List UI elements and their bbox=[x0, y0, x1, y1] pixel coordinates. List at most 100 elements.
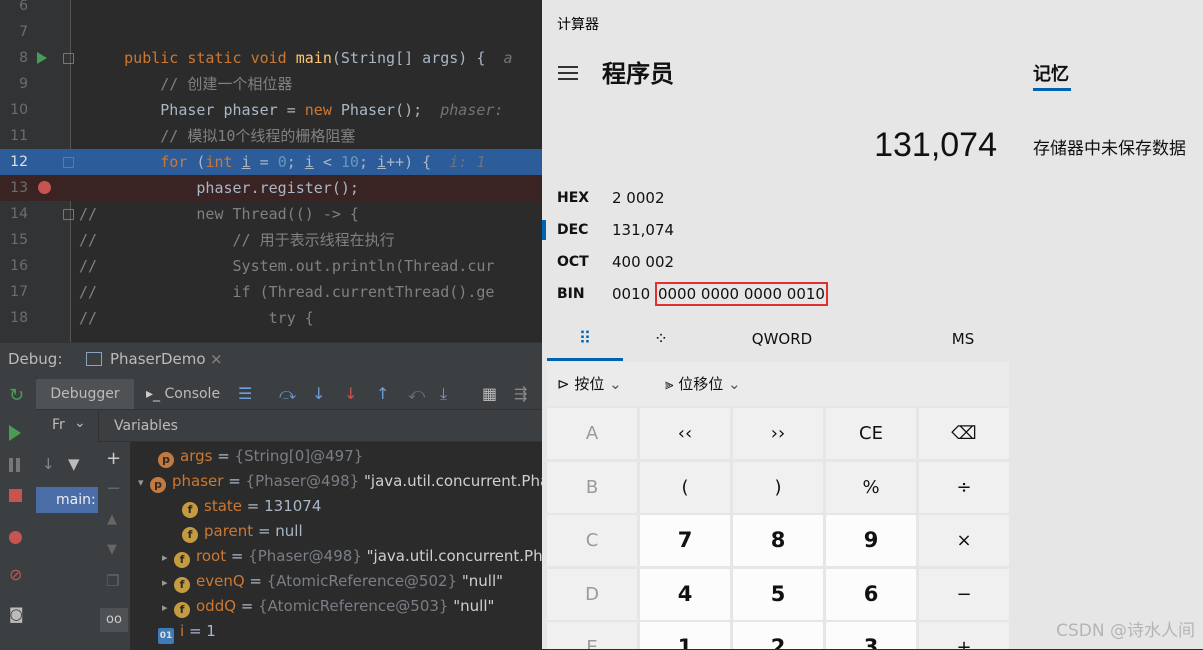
key-e[interactable]: E bbox=[547, 622, 637, 649]
step-into-icon[interactable]: ↓ bbox=[312, 379, 325, 409]
copy-icon[interactable]: ❐ bbox=[106, 572, 119, 590]
run-config-tab[interactable]: PhaserDemo bbox=[110, 343, 206, 375]
frames-label[interactable]: Fr bbox=[52, 417, 65, 433]
variable-row[interactable]: f parent = null bbox=[182, 519, 303, 544]
multiply-button[interactable]: × bbox=[919, 515, 1009, 566]
code-line[interactable]: 9 // 创建一个相位器 bbox=[0, 71, 542, 97]
key-7[interactable]: 7 bbox=[640, 515, 730, 566]
close-tab-icon[interactable]: × bbox=[210, 343, 223, 375]
run-to-cursor-icon[interactable]: ⤓ bbox=[440, 379, 447, 409]
variable-row[interactable]: ▸ f root = {Phaser@498} "java.util.concurr… bbox=[162, 544, 560, 569]
key-6[interactable]: 6 bbox=[826, 568, 916, 620]
show-watches-icon[interactable]: oo bbox=[100, 608, 128, 632]
chevron-down-icon[interactable]: ⌄ bbox=[74, 415, 86, 431]
divide-button[interactable]: ÷ bbox=[919, 461, 1009, 513]
key-a[interactable]: A bbox=[547, 408, 637, 459]
resume-icon[interactable] bbox=[9, 425, 27, 443]
arrow-down-icon[interactable]: ↓ bbox=[42, 455, 55, 473]
tab-console[interactable]: ▸_ Console bbox=[146, 379, 220, 409]
fold-marker-icon[interactable] bbox=[63, 157, 74, 168]
expand-arrow-icon[interactable]: ▸ bbox=[162, 595, 174, 620]
code-line[interactable]: 12 for (int i = 0; i < 10; i++) { i: 1 bbox=[0, 149, 542, 175]
key-d[interactable]: D bbox=[547, 568, 637, 620]
plus-button[interactable]: + bbox=[919, 622, 1009, 649]
key-3[interactable]: 3 bbox=[826, 622, 916, 649]
fold-marker-icon[interactable] bbox=[63, 53, 74, 64]
view-breakpoints-icon[interactable] bbox=[9, 531, 27, 549]
more-icon[interactable]: ⇶ bbox=[514, 379, 527, 409]
force-step-into-icon[interactable]: ↓ bbox=[344, 379, 357, 409]
code-line[interactable]: 17 // if (Thread.currentThread().ge bbox=[0, 279, 542, 305]
step-out-icon[interactable]: ↑ bbox=[376, 379, 389, 409]
mute-breakpoints-icon[interactable]: ⊘ bbox=[9, 565, 27, 584]
memory-title[interactable]: 记忆 bbox=[1033, 60, 1069, 86]
open-paren-button[interactable]: ( bbox=[640, 461, 730, 513]
menu-lines-icon[interactable]: ☰ bbox=[238, 379, 252, 409]
code-line[interactable]: 13 phaser.register(); bbox=[0, 175, 542, 201]
code-line[interactable]: 18 // try { bbox=[0, 305, 542, 331]
variable-row[interactable]: p args = {String[0]@497} bbox=[158, 444, 363, 469]
stop-icon[interactable] bbox=[9, 489, 27, 507]
variables-tree[interactable]: + − ▲ ▼ ❐ oo p args = {String[0]@497} ▾ p p… bbox=[98, 442, 566, 650]
radix-dec[interactable]: DEC 131,074 bbox=[542, 214, 1008, 246]
run-gutter-icon[interactable] bbox=[37, 52, 47, 64]
close-paren-button[interactable]: ) bbox=[733, 461, 823, 513]
minus-button[interactable]: − bbox=[919, 568, 1009, 620]
tab-ms[interactable]: MS bbox=[917, 322, 1009, 358]
expand-arrow-icon[interactable]: ▾ bbox=[138, 470, 150, 495]
code-line[interactable]: 14 // new Thread(() -> { bbox=[0, 201, 542, 227]
camera-icon[interactable]: ◙ bbox=[9, 605, 27, 623]
pause-icon[interactable] bbox=[9, 457, 27, 475]
key-1[interactable]: 1 bbox=[640, 622, 730, 649]
key-5[interactable]: 5 bbox=[733, 568, 823, 620]
drop-frame-icon[interactable]: ⤺ bbox=[408, 379, 425, 409]
key-b[interactable]: B bbox=[547, 461, 637, 513]
backspace-button[interactable]: ⌫ bbox=[919, 408, 1009, 459]
code-line[interactable]: 15 // // 用于表示线程在执行 bbox=[0, 227, 542, 253]
expand-arrow-icon[interactable]: ▸ bbox=[162, 545, 174, 570]
step-over-icon[interactable]: ⤼ bbox=[279, 379, 296, 409]
breakpoint-icon[interactable] bbox=[38, 181, 51, 194]
remove-watch-icon[interactable]: − bbox=[106, 478, 121, 499]
tab-bit-toggle-icon[interactable]: ⁘ bbox=[623, 322, 699, 358]
key-2[interactable]: 2 bbox=[733, 622, 823, 649]
move-down-icon[interactable]: ▼ bbox=[107, 542, 117, 557]
code-line[interactable]: 8 public static void main(String[] args)… bbox=[0, 45, 542, 71]
key-8[interactable]: 8 bbox=[733, 515, 823, 566]
code-line[interactable]: 10 Phaser phaser = new Phaser(); phaser: bbox=[0, 97, 542, 123]
thread-item[interactable]: main: bbox=[36, 487, 98, 513]
code-line[interactable]: 7 bbox=[0, 19, 542, 45]
bitshift-dropdown[interactable]: ⫸ 位移位 ⌄ bbox=[665, 362, 741, 406]
shift-right-button[interactable]: ›› bbox=[733, 408, 823, 459]
code-editor[interactable]: 6 7 8 public static void main(String[] arg… bbox=[0, 0, 542, 342]
variable-row[interactable]: ▸ f oddQ = {AtomicReference@503} "null" bbox=[162, 594, 494, 619]
add-watch-icon[interactable]: + bbox=[106, 448, 121, 469]
evaluate-icon[interactable]: ▦ bbox=[482, 379, 497, 409]
clear-entry-button[interactable]: CE bbox=[826, 408, 916, 459]
code-line[interactable]: 11 // 模拟10个线程的栅格阻塞 bbox=[0, 123, 542, 149]
code-line[interactable]: 6 bbox=[0, 0, 542, 19]
tab-qword[interactable]: QWORD bbox=[732, 322, 832, 358]
code-line[interactable]: 16 // System.out.println(Thread.cur bbox=[0, 253, 542, 279]
fold-marker-icon[interactable] bbox=[63, 209, 74, 220]
move-up-icon[interactable]: ▲ bbox=[107, 512, 117, 527]
percent-button[interactable]: % bbox=[826, 461, 916, 513]
tab-debugger[interactable]: Debugger bbox=[36, 379, 134, 409]
radix-bin[interactable]: BIN 0010 0000 0000 0000 0010 bbox=[542, 278, 1008, 310]
expand-arrow-icon[interactable]: ▸ bbox=[162, 570, 174, 595]
shift-left-button[interactable]: ‹‹ bbox=[640, 408, 730, 459]
variable-row[interactable]: ▸ f evenQ = {AtomicReference@502} "null" bbox=[162, 569, 503, 594]
variable-row[interactable]: 01 i = 1 bbox=[158, 619, 216, 644]
radix-hex[interactable]: HEX 2 0002 bbox=[542, 182, 1008, 214]
key-c[interactable]: C bbox=[547, 515, 637, 566]
rerun-icon[interactable]: ↻ bbox=[9, 387, 27, 405]
bitwise-dropdown[interactable]: ⊳ 按位 ⌄ bbox=[557, 362, 622, 406]
radix-oct[interactable]: OCT 400 002 bbox=[542, 246, 1008, 278]
key-4[interactable]: 4 bbox=[640, 568, 730, 620]
filter-icon[interactable]: ▼ bbox=[68, 455, 80, 473]
variable-row[interactable]: f state = 131074 bbox=[182, 494, 321, 519]
tab-full-keypad-icon[interactable]: ⠿ bbox=[547, 322, 623, 361]
variable-row[interactable]: ▾ p phaser = {Phaser@498} "java.util.concu… bbox=[138, 469, 566, 494]
key-9[interactable]: 9 bbox=[826, 515, 916, 566]
hamburger-menu-icon[interactable] bbox=[558, 66, 578, 80]
